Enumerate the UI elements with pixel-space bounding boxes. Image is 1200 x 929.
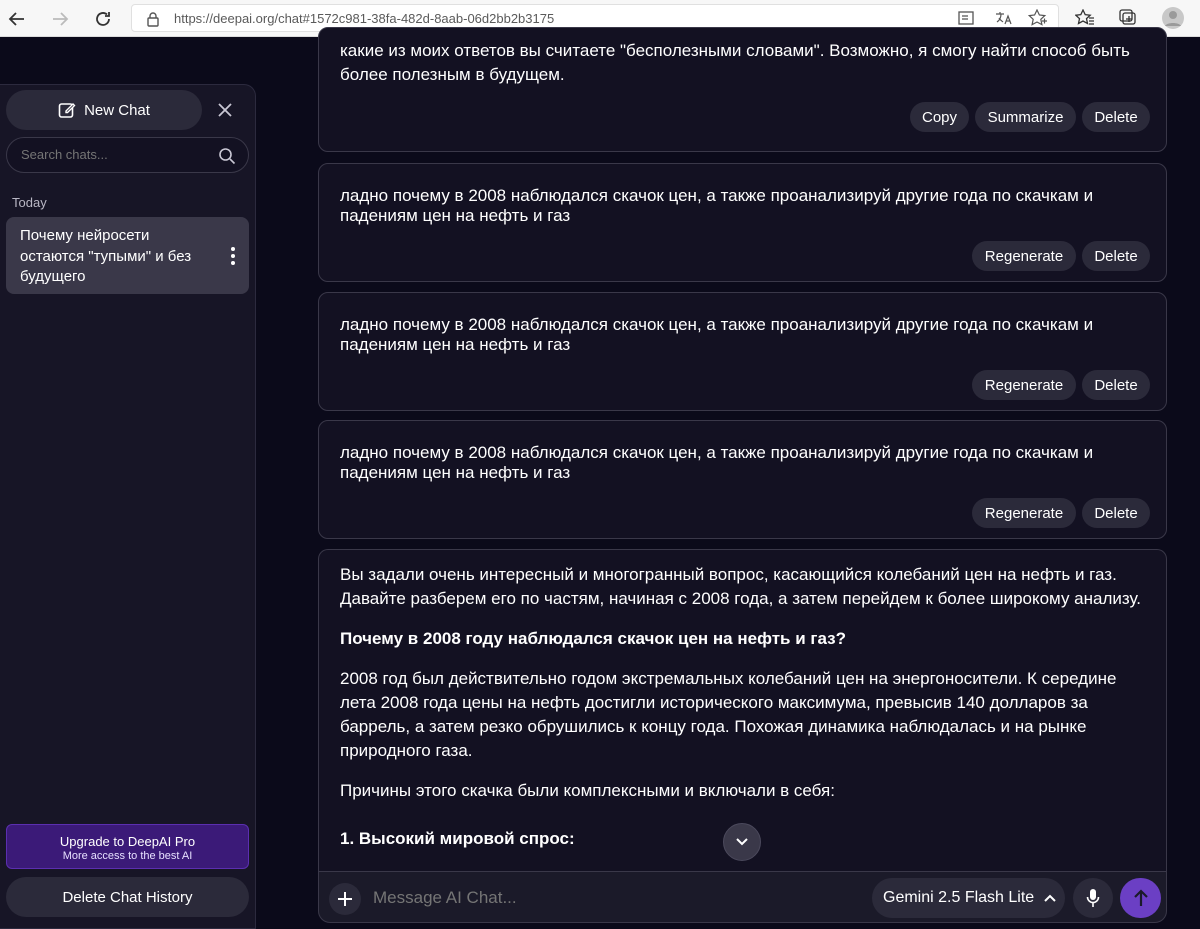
chevron-down-icon [736, 838, 748, 846]
send-button[interactable] [1120, 878, 1161, 918]
copy-button[interactable]: Copy [910, 102, 969, 132]
reload-icon[interactable] [90, 6, 116, 32]
upgrade-pro-button[interactable]: Upgrade to DeepAI Pro More access to the… [6, 824, 249, 869]
ai-answer-content: Вы задали очень интересный и многогранны… [340, 563, 1155, 867]
translate-icon[interactable] [994, 10, 1012, 26]
close-sidebar-icon[interactable] [215, 100, 235, 120]
delete-button[interactable]: Delete [1082, 241, 1150, 271]
delete-button[interactable]: Delete [1082, 498, 1150, 528]
new-chat-label: New Chat [84, 101, 150, 119]
more-options-icon[interactable] [231, 247, 235, 265]
user-message-text: ладно почему в 2008 наблюдался скачок це… [340, 186, 1094, 225]
model-selector[interactable]: Gemini 2.5 Flash Lite [872, 878, 1065, 918]
scroll-down-button[interactable] [723, 823, 761, 861]
summarize-button[interactable]: Summarize [975, 102, 1076, 132]
model-label: Gemini 2.5 Flash Lite [883, 889, 1035, 906]
plus-icon [338, 892, 352, 906]
upgrade-subtitle: More access to the best AI [62, 850, 193, 862]
chat-page: New Chat Today Почему нейросети остаются… [0, 27, 1200, 929]
forward-arrow-icon[interactable] [47, 6, 73, 32]
user-message: ладно почему в 2008 наблюдался скачок це… [318, 163, 1167, 282]
delete-chat-history-label: Delete Chat History [62, 888, 193, 906]
url-text: https://deepai.org/chat#1572c981-38fa-48… [174, 11, 555, 26]
chat-history-item-title: Почему нейросети остаются "тупыми" и без… [20, 227, 192, 285]
profile-avatar-icon[interactable] [1161, 6, 1185, 30]
answer-intro: Вы задали очень интересный и многогранны… [340, 565, 1142, 608]
back-arrow-icon[interactable] [4, 6, 30, 32]
user-message: ладно почему в 2008 наблюдался скачок це… [318, 292, 1167, 411]
chevron-up-icon [1044, 894, 1056, 902]
lock-icon [147, 12, 159, 27]
answer-paragraph: 2008 год был действительно годом экстрем… [340, 669, 1117, 760]
regenerate-button[interactable]: Regenerate [972, 498, 1076, 528]
search-chats [6, 137, 249, 173]
microphone-icon [1086, 889, 1100, 907]
upgrade-title: Upgrade to DeepAI Pro [59, 834, 196, 849]
user-message: ладно почему в 2008 наблюдался скачок це… [318, 420, 1167, 539]
delete-button[interactable]: Delete [1082, 102, 1150, 132]
sidebar: New Chat Today Почему нейросети остаются… [0, 84, 256, 929]
attach-button[interactable] [329, 883, 361, 915]
new-chat-button[interactable]: New Chat [6, 90, 202, 130]
add-favorite-icon[interactable] [1028, 9, 1048, 27]
message-composer: Gemini 2.5 Flash Lite [318, 871, 1167, 923]
delete-chat-history-button[interactable]: Delete Chat History [6, 877, 249, 917]
search-chats-input[interactable] [21, 147, 211, 162]
edit-icon [58, 103, 76, 118]
regenerate-button[interactable]: Regenerate [972, 370, 1076, 400]
reader-view-icon[interactable] [958, 10, 976, 26]
arrow-up-icon [1133, 889, 1148, 906]
user-message-text: ладно почему в 2008 наблюдался скачок це… [340, 315, 1094, 354]
user-message-text: ладно почему в 2008 наблюдался скачок це… [340, 443, 1094, 482]
voice-input-button[interactable] [1073, 878, 1113, 918]
ai-message-text: какие из моих ответов вы считаете "беспо… [340, 41, 1130, 84]
search-icon[interactable] [218, 147, 236, 165]
message-input[interactable] [373, 888, 853, 908]
chat-history-item[interactable]: Почему нейросети остаются "тупыми" и без… [6, 217, 249, 294]
answer-heading: Почему в 2008 году наблюдался скачок цен… [340, 629, 846, 648]
ai-message: какие из моих ответов вы считаете "беспо… [318, 27, 1167, 152]
delete-button[interactable]: Delete [1082, 370, 1150, 400]
regenerate-button[interactable]: Regenerate [972, 241, 1076, 271]
section-today-label: Today [12, 195, 47, 210]
answer-causes-intro: Причины этого скачка были комплексными и… [340, 781, 835, 800]
